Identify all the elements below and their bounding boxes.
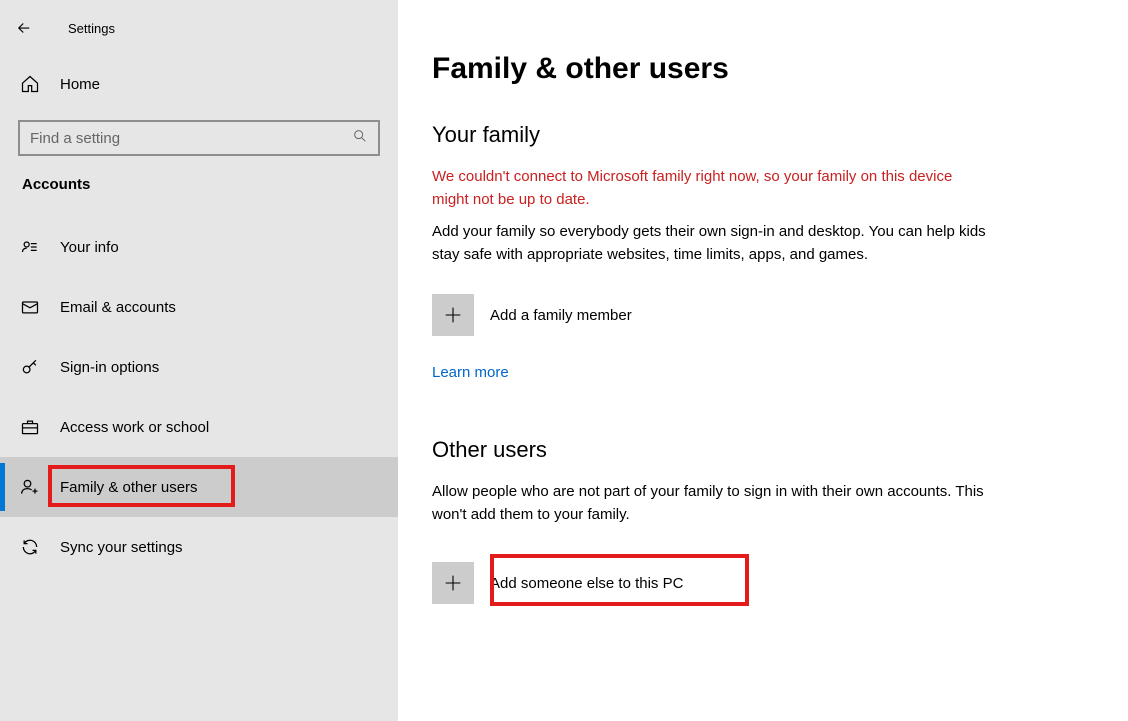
nav-item-label: Email & accounts	[60, 299, 176, 316]
add-family-member-button[interactable]: Add a family member	[432, 294, 1068, 336]
arrow-left-icon	[15, 19, 33, 37]
nav-item-email-accounts[interactable]: Email & accounts	[0, 277, 398, 337]
nav-home[interactable]: Home	[0, 62, 398, 106]
nav-item-label: Sign-in options	[60, 359, 159, 376]
nav-item-work-school[interactable]: Access work or school	[0, 397, 398, 457]
plus-tile	[432, 562, 474, 604]
search-input[interactable]	[30, 130, 352, 147]
search-box[interactable]	[18, 120, 380, 156]
add-family-label: Add a family member	[490, 307, 632, 324]
back-button[interactable]	[0, 12, 48, 44]
briefcase-icon	[20, 417, 40, 437]
plus-icon	[442, 572, 464, 594]
section-other-users: Other users Allow people who are not par…	[432, 437, 1068, 604]
plus-tile	[432, 294, 474, 336]
add-other-label: Add someone else to this PC	[490, 575, 683, 592]
nav-item-label: Your info	[60, 239, 119, 256]
section-family: Your family We couldn't connect to Micro…	[432, 122, 1068, 437]
main-content: Family & other users Your family We coul…	[398, 0, 1128, 721]
learn-more-link[interactable]: Learn more	[432, 364, 509, 381]
family-heading: Your family	[432, 122, 1068, 148]
sidebar: Settings Home Accounts	[0, 0, 398, 721]
nav-item-label: Family & other users	[60, 479, 198, 496]
nav-item-label: Access work or school	[60, 419, 209, 436]
plus-icon	[442, 304, 464, 326]
sync-icon	[20, 537, 40, 557]
search-wrap	[0, 120, 398, 176]
section-label: Accounts	[0, 176, 398, 217]
family-error-text: We couldn't connect to Microsoft family …	[432, 166, 992, 211]
other-users-heading: Other users	[432, 437, 1068, 463]
nav-item-sync-settings[interactable]: Sync your settings	[0, 517, 398, 577]
other-users-body-text: Allow people who are not part of your fa…	[432, 481, 992, 526]
mail-icon	[20, 297, 40, 317]
header-row: Settings	[0, 8, 398, 62]
nav-home-label: Home	[60, 76, 100, 93]
nav-item-your-info[interactable]: Your info	[0, 217, 398, 277]
home-icon	[20, 74, 40, 94]
user-card-icon	[20, 237, 40, 257]
add-other-user-button[interactable]: Add someone else to this PC	[432, 562, 1068, 604]
nav-item-family-users[interactable]: Family & other users	[0, 457, 398, 517]
nav-item-signin-options[interactable]: Sign-in options	[0, 337, 398, 397]
page-title: Family & other users	[432, 52, 1068, 86]
nav-list: Your info Email & accounts Sign-in optio…	[0, 217, 398, 577]
search-icon	[352, 128, 368, 149]
user-plus-icon	[20, 477, 40, 497]
key-icon	[20, 357, 40, 377]
family-body-text: Add your family so everybody gets their …	[432, 221, 992, 266]
nav-item-label: Sync your settings	[60, 539, 183, 556]
app-title: Settings	[48, 21, 115, 36]
